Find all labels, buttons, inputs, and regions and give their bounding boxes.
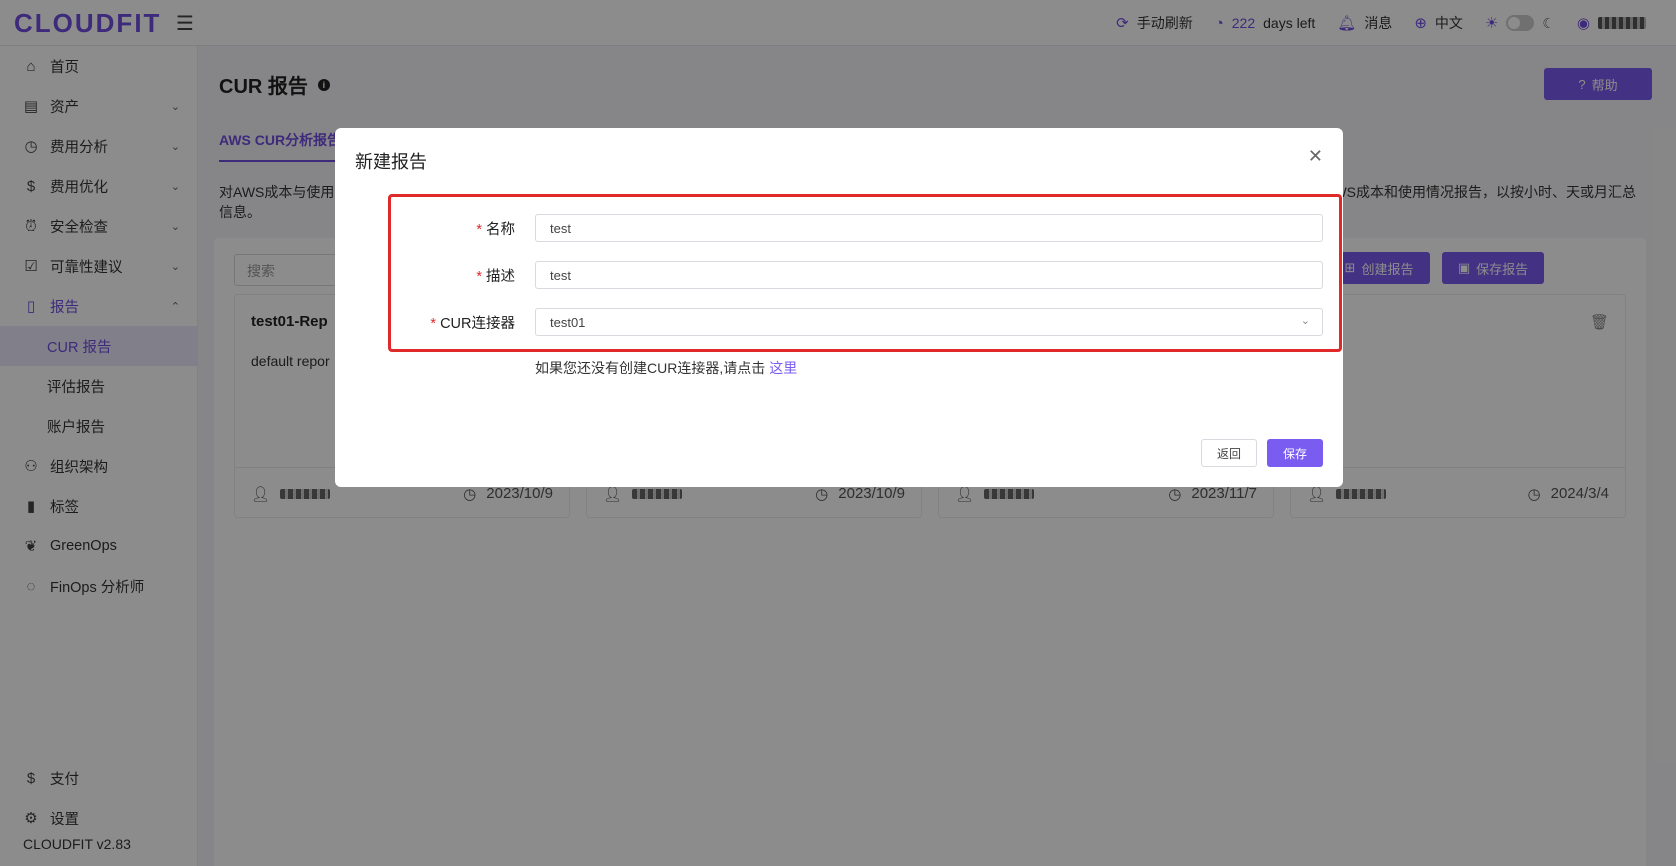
save-button[interactable]: 保存 — [1267, 439, 1323, 467]
chevron-down-icon: ⌄ — [1300, 315, 1310, 327]
form-row-description: * 描述 test — [335, 261, 1343, 289]
form-row-name: * 名称 test — [335, 214, 1343, 242]
modal-title: 新建报告 — [355, 152, 427, 172]
hint-text: 如果您还没有创建CUR连接器,请点击 — [535, 360, 766, 376]
description-label: * 描述 — [476, 269, 515, 285]
hint-link[interactable]: 这里 — [769, 360, 797, 376]
connector-label: * CUR连接器 — [430, 316, 515, 332]
connector-select[interactable]: test01 ⌄ — [535, 308, 1323, 336]
back-button[interactable]: 返回 — [1201, 439, 1257, 467]
connector-value: test01 — [550, 315, 586, 330]
name-label: * 名称 — [476, 222, 515, 238]
connector-hint: 如果您还没有创建CUR连接器,请点击 这里 — [535, 358, 797, 378]
description-field[interactable]: test — [535, 261, 1323, 289]
new-report-modal: 新建报告 ✕ * 名称 test * 描述 test * CUR连接器 test01 … — [335, 128, 1343, 487]
form-row-connector: * CUR连接器 test01 ⌄ — [335, 308, 1343, 336]
name-field[interactable]: test — [535, 214, 1323, 242]
close-icon[interactable]: ✕ — [1308, 146, 1323, 167]
